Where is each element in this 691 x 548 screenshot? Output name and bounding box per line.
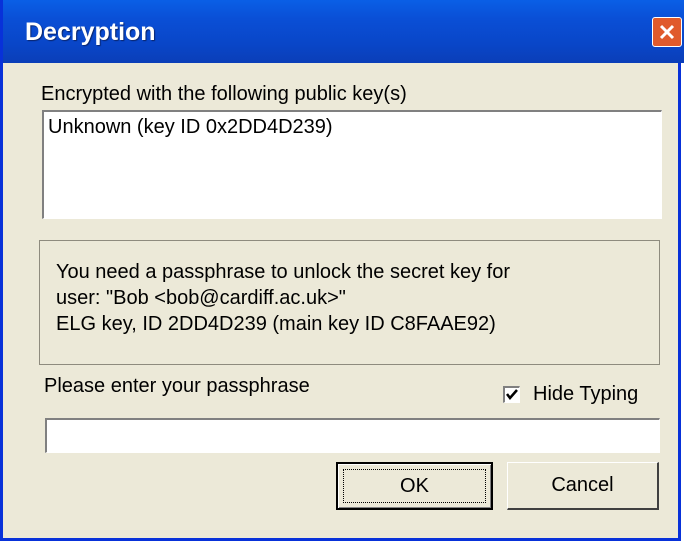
list-item[interactable]: Unknown (key ID 0x2DD4D239) [48, 116, 333, 139]
window-title: Decryption [25, 18, 156, 46]
cancel-button-label: Cancel [551, 474, 614, 496]
ok-button[interactable]: OK [336, 462, 493, 510]
info-line: You need a passphrase to unlock the secr… [56, 261, 510, 283]
passphrase-label: Please enter your passphrase [44, 375, 310, 397]
close-icon [659, 24, 675, 40]
checkmark-icon [506, 389, 518, 400]
hide-typing-checkbox[interactable] [503, 386, 520, 403]
decryption-dialog: Decryption Encrypted with the following … [0, 0, 684, 541]
close-button[interactable] [652, 17, 682, 47]
info-panel: You need a passphrase to unlock the secr… [39, 240, 660, 365]
public-keys-list[interactable]: Unknown (key ID 0x2DD4D239) [42, 110, 662, 219]
passphrase-input[interactable] [45, 418, 660, 453]
title-bar[interactable]: Decryption [3, 0, 684, 63]
hide-typing-label[interactable]: Hide Typing [533, 383, 638, 406]
keys-header: Encrypted with the following public key(… [41, 83, 407, 105]
cancel-button[interactable]: Cancel [507, 462, 659, 510]
info-line: user: "Bob <bob@cardiff.ac.uk>" [56, 287, 346, 309]
ok-button-label: OK [400, 474, 429, 497]
info-line: ELG key, ID 2DD4D239 (main key ID C8FAAE… [56, 313, 496, 335]
